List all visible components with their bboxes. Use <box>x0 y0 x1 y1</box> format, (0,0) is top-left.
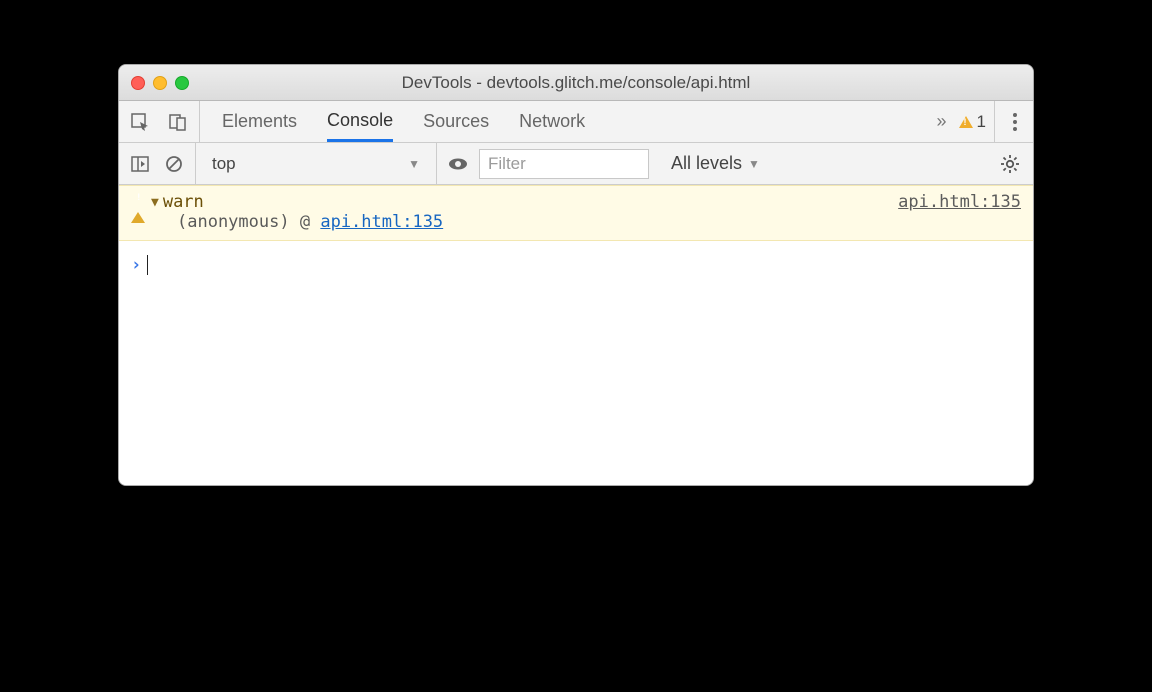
settings-menu-icon[interactable] <box>1007 113 1023 131</box>
stack-trace-line: (anonymous) @ api.html:135 <box>131 212 1021 232</box>
console-warning-entry[interactable]: ▼ warn api.html:135 (anonymous) @ api.ht… <box>119 185 1033 241</box>
close-window-button[interactable] <box>131 76 145 90</box>
prompt-chevron-icon: › <box>131 255 141 275</box>
tab-sources[interactable]: Sources <box>423 101 489 142</box>
live-expression-icon[interactable] <box>447 153 469 175</box>
console-sidebar-toggle-icon[interactable] <box>129 153 151 175</box>
window-title: DevTools - devtools.glitch.me/console/ap… <box>402 73 751 93</box>
titlebar: DevTools - devtools.glitch.me/console/ap… <box>119 65 1033 101</box>
console-settings-icon[interactable] <box>999 153 1021 175</box>
chevron-down-icon: ▼ <box>408 157 420 171</box>
main-tabbar: Elements Console Sources Network » 1 <box>119 101 1033 143</box>
text-caret <box>147 255 148 275</box>
inspect-toolgroup <box>119 101 200 142</box>
clear-console-icon[interactable] <box>163 153 185 175</box>
disclosure-triangle-icon[interactable]: ▼ <box>151 195 159 210</box>
inspect-element-icon[interactable] <box>129 111 151 133</box>
log-level-selector[interactable]: All levels ▼ <box>659 153 772 174</box>
panel-tabs: Elements Console Sources Network <box>200 101 607 142</box>
warning-count-badge[interactable]: 1 <box>959 101 995 142</box>
devtools-window: DevTools - devtools.glitch.me/console/ap… <box>118 64 1034 486</box>
tab-network[interactable]: Network <box>519 101 585 142</box>
zoom-window-button[interactable] <box>175 76 189 90</box>
filter-input[interactable] <box>479 149 649 179</box>
context-selector[interactable]: top ▼ <box>206 150 426 178</box>
warning-icon <box>131 192 145 212</box>
source-link[interactable]: api.html:135 <box>898 192 1021 212</box>
chevron-down-icon: ▼ <box>748 157 760 171</box>
tab-elements[interactable]: Elements <box>222 101 297 142</box>
trace-at: @ <box>300 212 310 232</box>
console-filterbar: top ▼ All levels ▼ <box>119 143 1033 185</box>
trace-function: (anonymous) <box>177 212 290 232</box>
warning-message: warn <box>163 192 204 212</box>
console-prompt[interactable]: › <box>119 241 1033 289</box>
more-tabs-icon[interactable]: » <box>937 111 947 132</box>
warning-count: 1 <box>977 112 986 132</box>
traffic-lights <box>131 76 189 90</box>
minimize-window-button[interactable] <box>153 76 167 90</box>
context-selected-label: top <box>212 154 236 174</box>
log-level-label: All levels <box>671 153 742 174</box>
warning-icon <box>959 116 973 128</box>
tab-console[interactable]: Console <box>327 101 393 142</box>
device-toolbar-icon[interactable] <box>167 111 189 133</box>
trace-source-link[interactable]: api.html:135 <box>320 212 443 232</box>
console-body: ▼ warn api.html:135 (anonymous) @ api.ht… <box>119 185 1033 485</box>
